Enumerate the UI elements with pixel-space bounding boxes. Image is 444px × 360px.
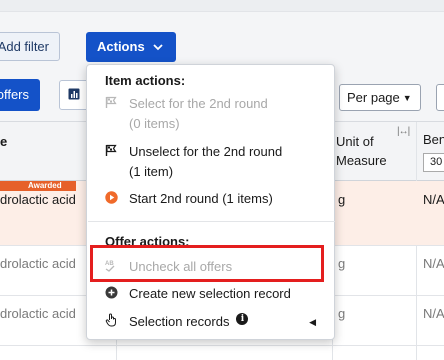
unit-cell: g xyxy=(338,256,346,271)
plus-circle-icon xyxy=(105,284,119,300)
menu-item-create-selection-record[interactable]: Create new selection record xyxy=(105,284,324,304)
menu-item-label: Select for the 2nd round (0 items) xyxy=(129,96,268,131)
bene-cell: N/A xyxy=(423,306,444,321)
menu-item-label: Create new selection record xyxy=(129,286,291,301)
hand-pointer-icon xyxy=(105,312,119,328)
column-header-e: e xyxy=(0,134,8,149)
actions-dropdown-menu: Item actions: Select for the 2nd round (… xyxy=(86,64,335,340)
menu-item-select-2nd-round[interactable]: Select for the 2nd round (0 items) xyxy=(105,94,324,134)
column-resize-icon[interactable]: |↔| xyxy=(397,126,410,137)
actions-button[interactable]: Actions xyxy=(86,32,176,62)
menu-item-label: Start 2nd round (1 items) xyxy=(129,191,273,206)
menu-item-selection-records[interactable]: Selection records i xyxy=(105,312,324,332)
table-row[interactable] xyxy=(0,346,444,360)
menu-item-label: Selection records xyxy=(129,314,230,329)
caret-left-icon: ◀ xyxy=(309,317,316,327)
menu-item-label: Unselect for the 2nd round (1 item) xyxy=(129,144,283,179)
unit-cell: g xyxy=(338,192,346,207)
product-name-cell: drolactic acid xyxy=(0,192,76,207)
flag-icon xyxy=(105,94,119,110)
menu-divider xyxy=(88,221,335,222)
chart-view-button[interactable] xyxy=(59,80,89,110)
per-page-label: Per page xyxy=(347,90,400,105)
product-name-cell: drolactic acid xyxy=(0,306,76,321)
bene-filter-input[interactable]: 30 xyxy=(423,153,444,172)
add-filter-button[interactable]: Add filter xyxy=(0,32,60,61)
menu-item-start-2nd-round[interactable]: Start 2nd round (1 items) xyxy=(105,189,324,209)
unit-of-measure-label: Unit of Measure xyxy=(336,134,387,168)
per-page-select[interactable]: Per page ▼ xyxy=(339,84,421,111)
item-actions-heading: Item actions: xyxy=(105,73,186,88)
menu-item-unselect-2nd-round[interactable]: Unselect for the 2nd round (1 item) xyxy=(105,142,324,182)
play-circle-icon xyxy=(105,189,119,205)
offers-button[interactable]: offers xyxy=(0,79,40,111)
bar-chart-icon xyxy=(68,88,80,103)
column-header-unit-of-measure: Unit of Measure xyxy=(336,132,387,170)
actions-button-label: Actions xyxy=(97,39,145,54)
chevron-down-icon xyxy=(153,32,163,62)
bene-cell: N/A xyxy=(423,192,444,207)
top-strip xyxy=(0,0,444,12)
unit-cell: g xyxy=(338,306,346,321)
awarded-badge: Awarded xyxy=(0,181,76,191)
product-name-cell: drolactic acid xyxy=(0,256,76,271)
bene-cell: N/A xyxy=(423,256,444,271)
column-header-bene: Bene xyxy=(423,132,444,147)
right-toolbar-control[interactable] xyxy=(436,84,444,111)
flag-icon xyxy=(105,142,119,158)
caret-down-icon: ▼ xyxy=(402,93,412,103)
info-icon[interactable]: i xyxy=(236,313,249,325)
highlight-box xyxy=(90,245,324,282)
